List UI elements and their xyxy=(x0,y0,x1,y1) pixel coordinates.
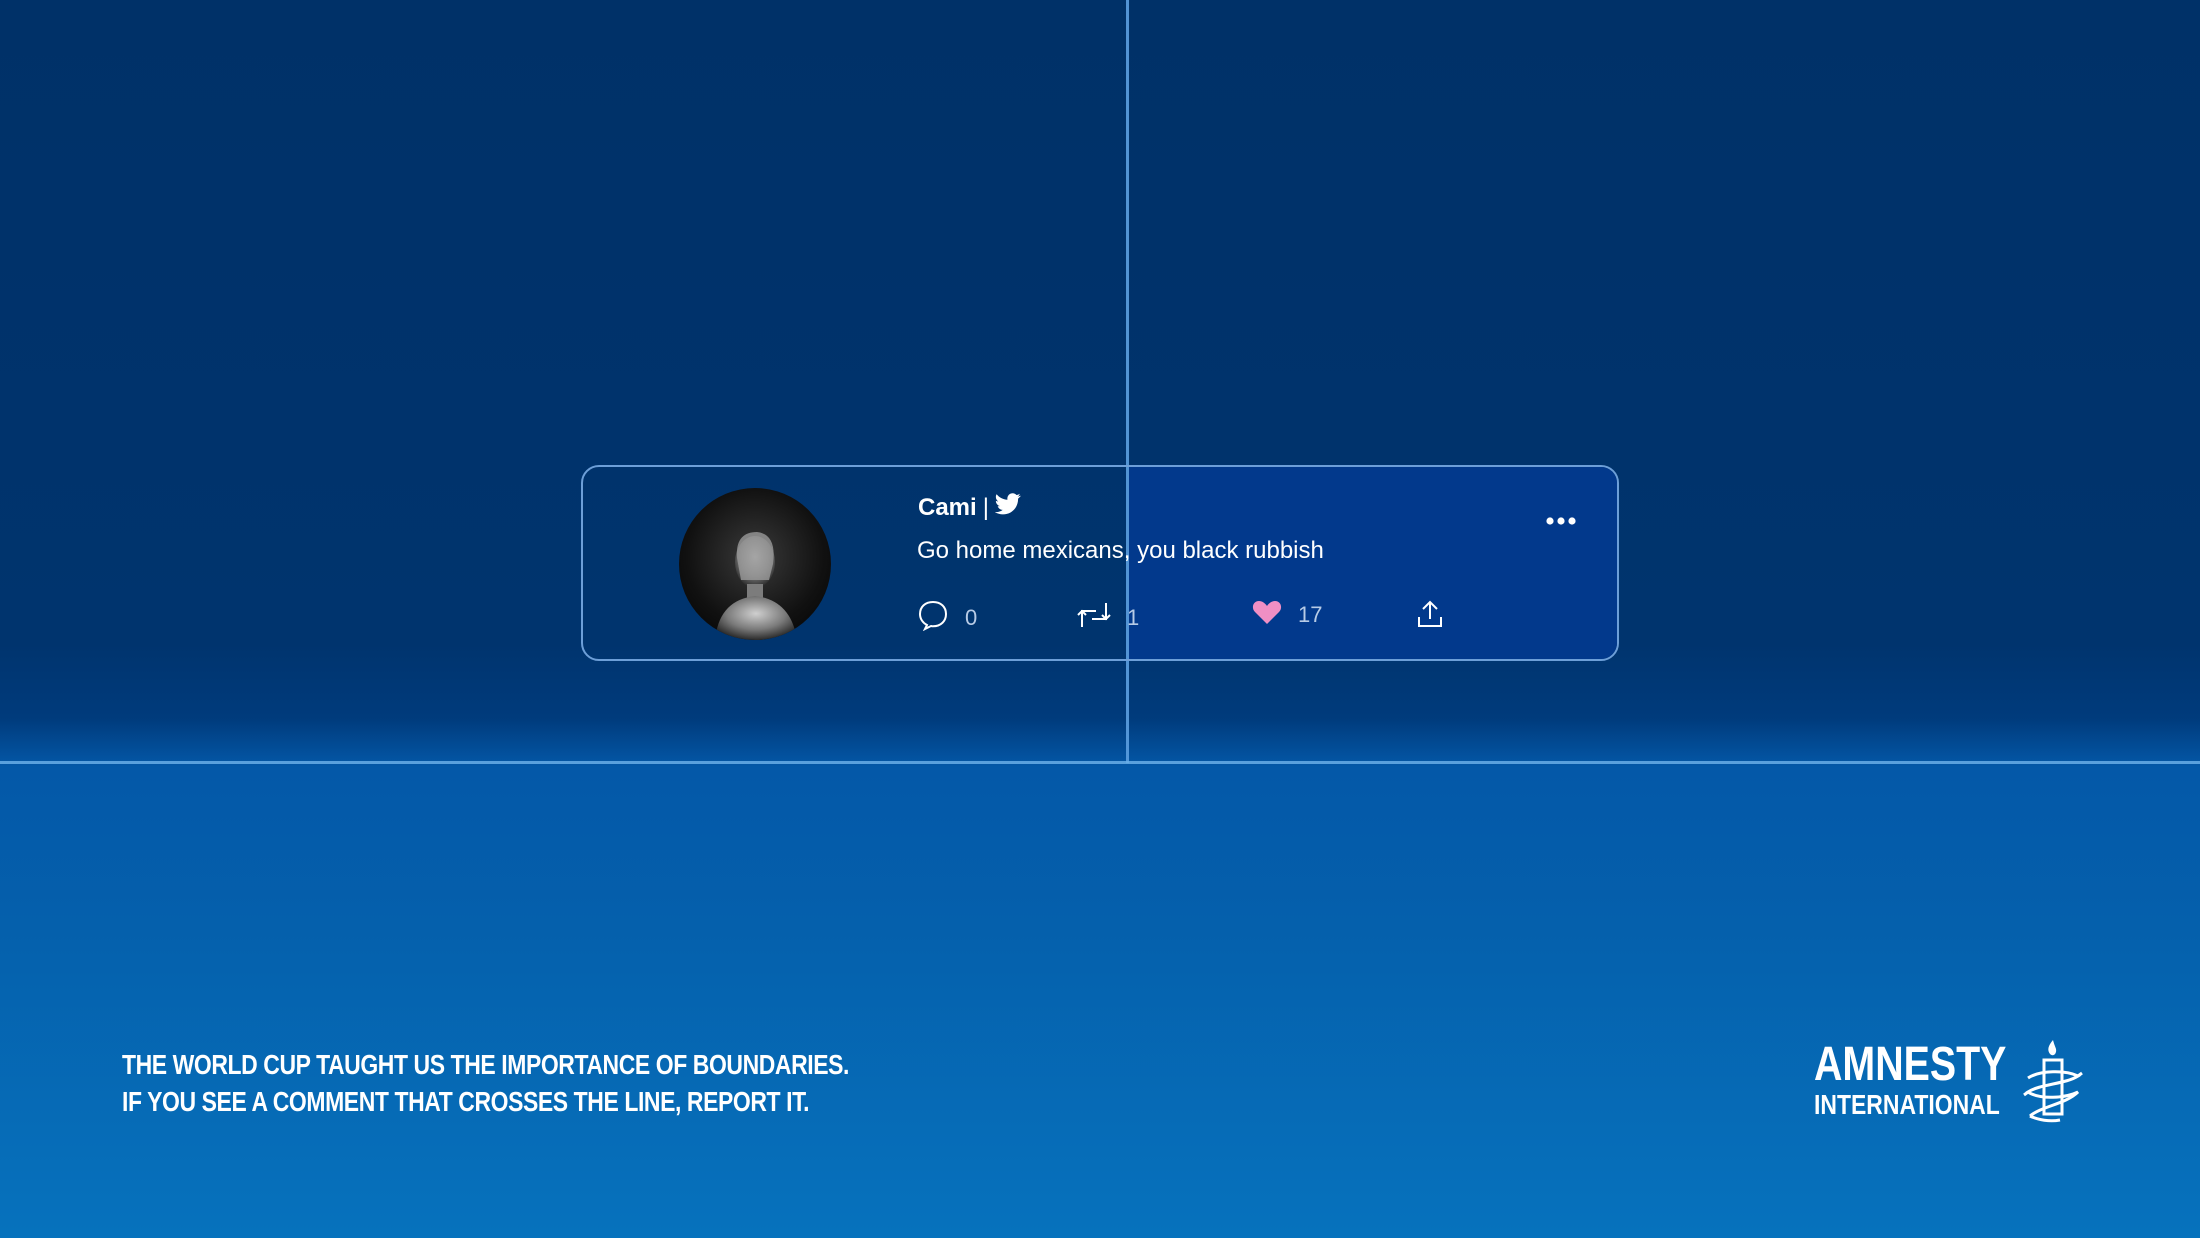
retweet-icon xyxy=(1077,599,1111,637)
amnesty-logo-text: AMNESTY INTERNATIONAL xyxy=(1814,1040,2049,1120)
reply-button[interactable]: 0 xyxy=(917,599,977,637)
brand-line-2: INTERNATIONAL xyxy=(1814,1089,2000,1120)
amnesty-candle-icon xyxy=(2020,1036,2086,1128)
tweet-text: Go home mexicans, you black rubbish xyxy=(917,537,1324,564)
share-button[interactable] xyxy=(1416,599,1444,635)
reply-icon xyxy=(917,599,949,637)
campaign-tagline: THE WORLD CUP TAUGHT US THE IMPORTANCE O… xyxy=(122,1046,849,1120)
share-icon xyxy=(1416,599,1444,635)
heart-icon xyxy=(1252,599,1282,631)
avatar-figure-image xyxy=(715,532,797,640)
like-count: 17 xyxy=(1298,602,1323,627)
tagline-line-1: THE WORLD CUP TAUGHT US THE IMPORTANCE O… xyxy=(122,1049,850,1080)
tweet-author[interactable]: Cami | xyxy=(918,493,1021,522)
username: Cami xyxy=(918,493,977,521)
avatar[interactable] xyxy=(679,488,831,640)
brand-line-1: AMNESTY xyxy=(1814,1038,2007,1091)
like-button[interactable]: 17 xyxy=(1252,599,1322,631)
retweet-count: 1 xyxy=(1127,605,1140,630)
tweet-card: Cami | Go home mexicans, you black rubbi… xyxy=(581,465,1619,661)
tagline-line-2: IF YOU SEE A COMMENT THAT CROSSES THE LI… xyxy=(122,1086,810,1117)
twitter-bird-icon xyxy=(994,493,1021,522)
retweet-button[interactable]: 1 xyxy=(1077,599,1139,637)
username-separator: | xyxy=(982,493,989,521)
horizontal-boundary-line xyxy=(0,761,2200,764)
more-options-icon[interactable] xyxy=(1546,511,1576,530)
reply-count: 0 xyxy=(965,605,978,630)
